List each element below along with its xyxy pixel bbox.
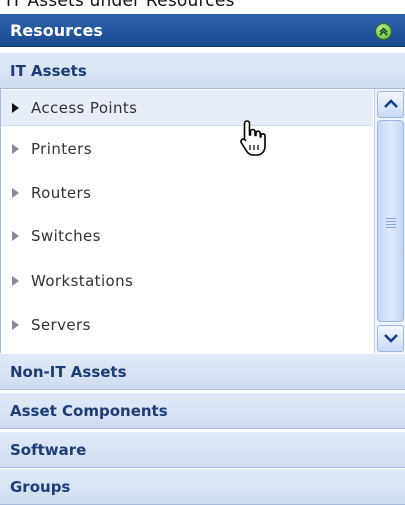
hand-cursor-icon [240, 120, 266, 156]
scroll-up-button[interactable] [377, 91, 404, 118]
section-non-it-assets-label: Non-IT Assets [10, 363, 127, 381]
section-it-assets[interactable]: IT Assets [0, 52, 405, 89]
scroll-down-button[interactable] [377, 325, 404, 352]
it-assets-list: Access Points Printers Routers Switches … [0, 89, 405, 353]
chevron-down-icon [384, 334, 398, 343]
section-groups[interactable]: Groups [0, 468, 405, 505]
cropped-caption: IT Assets under Resources [0, 0, 405, 13]
section-software[interactable]: Software [0, 431, 405, 468]
resources-header[interactable]: Resources [0, 14, 405, 47]
caret-right-icon [12, 231, 19, 241]
list-item-label: Access Points [31, 99, 138, 117]
caret-right-icon [12, 103, 19, 113]
scrollbar-thumb[interactable] [377, 120, 404, 322]
caret-right-icon [12, 276, 19, 286]
list-item-access-points[interactable]: Access Points [1, 90, 373, 126]
caret-right-icon [12, 320, 19, 330]
list-item-workstations[interactable]: Workstations [1, 263, 373, 299]
resources-title: Resources [10, 21, 103, 40]
section-asset-components[interactable]: Asset Components [0, 392, 405, 429]
list-item-label: Servers [31, 316, 91, 334]
cropped-caption-text: IT Assets under Resources [6, 0, 235, 11]
list-item-label: Printers [31, 140, 92, 158]
section-non-it-assets[interactable]: Non-IT Assets [0, 353, 405, 390]
chevron-up-icon [384, 99, 398, 108]
double-chevron-up-icon[interactable] [375, 23, 392, 40]
vertical-scrollbar[interactable] [374, 89, 405, 353]
caret-right-icon [12, 144, 19, 154]
list-item-printers[interactable]: Printers [1, 131, 373, 167]
list-item-label: Workstations [31, 272, 134, 290]
caret-right-icon [12, 188, 19, 198]
list-item-label: Routers [31, 184, 92, 202]
list-item-servers[interactable]: Servers [1, 307, 373, 343]
list-item-label: Switches [31, 227, 101, 245]
grip-icon [386, 216, 396, 230]
section-it-assets-label: IT Assets [10, 62, 87, 80]
section-asset-components-label: Asset Components [10, 402, 168, 420]
section-software-label: Software [10, 441, 87, 459]
section-groups-label: Groups [10, 478, 71, 496]
list-item-switches[interactable]: Switches [1, 218, 373, 254]
list-item-routers[interactable]: Routers [1, 175, 373, 211]
